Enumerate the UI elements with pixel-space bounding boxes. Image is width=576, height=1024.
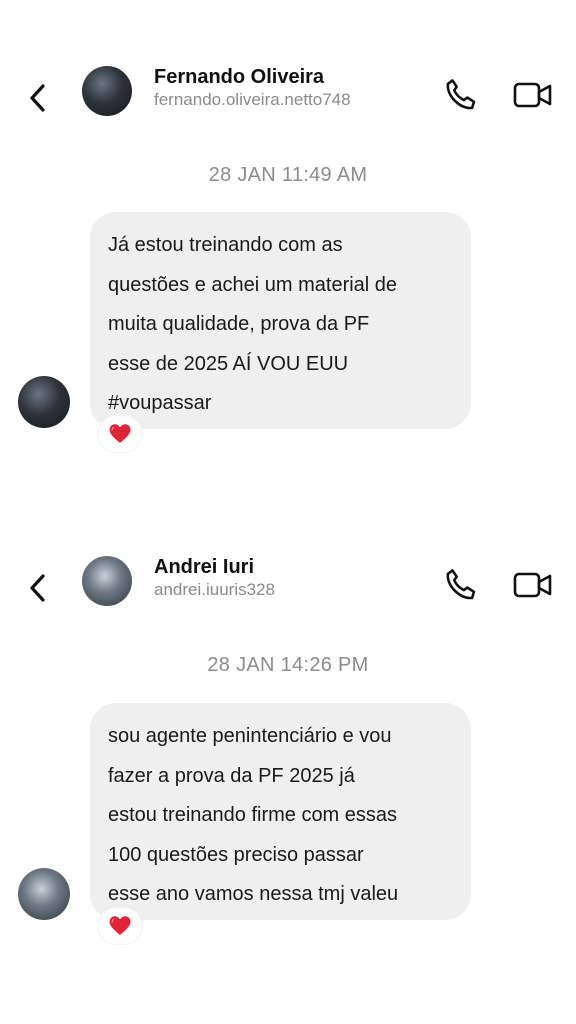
sender-avatar[interactable]: [18, 376, 70, 428]
avatar[interactable]: [82, 66, 132, 116]
message-line: esse ano vamos nessa tmj valeu: [108, 883, 399, 905]
message-line: esse de 2025 AÍ VOU EUU: [108, 352, 349, 375]
message-bubble[interactable]: Já estou treinando com as questões e ach…: [90, 212, 471, 429]
heart-icon: [109, 916, 131, 935]
chat-header: Andrei Iuri andrei.iuuris328: [0, 556, 576, 626]
message-timestamp: 28 JAN 14:26 PM: [207, 654, 369, 676]
contact-name[interactable]: Fernando Oliveira: [154, 66, 324, 89]
message-line: #voupassar: [108, 392, 212, 414]
chat-header: Fernando Oliveira fernando.oliveira.nett…: [0, 66, 576, 136]
contact-name[interactable]: Andrei Iuri: [154, 556, 254, 579]
video-camera-icon[interactable]: [512, 78, 554, 112]
contact-handle: andrei.iuuris328: [154, 580, 275, 599]
message-line: Já estou treinando com as: [108, 234, 343, 256]
message-line: estou treinando firme com essas: [108, 804, 398, 826]
avatar[interactable]: [82, 556, 132, 606]
message-line: questões e achei um material de: [108, 273, 398, 296]
chevron-left-icon[interactable]: [24, 78, 52, 118]
conversation-fernando: Fernando Oliveira fernando.oliveira.nett…: [0, 66, 576, 452]
message-line: fazer a prova da PF 2025 já: [108, 764, 355, 787]
message-bubble[interactable]: sou agente penintenciário e vou fazer a …: [90, 703, 471, 920]
contact-handle: fernando.oliveira.netto748: [154, 90, 351, 109]
heart-icon: [109, 424, 131, 443]
phone-icon[interactable]: [442, 566, 480, 604]
chevron-left-icon[interactable]: [24, 568, 52, 608]
conversation-andrei: Andrei Iuri andrei.iuuris328 28 JAN 14:2…: [0, 556, 576, 946]
phone-icon[interactable]: [442, 76, 480, 114]
message-line: sou agente penintenciário e vou: [108, 725, 392, 747]
message-line: muita qualidade, prova da PF: [108, 313, 370, 335]
video-camera-icon[interactable]: [512, 568, 554, 602]
reaction-badge[interactable]: [98, 416, 142, 452]
reaction-badge[interactable]: [98, 908, 142, 944]
message-line: 100 questões preciso passar: [108, 843, 364, 866]
message-timestamp: 28 JAN 11:49 AM: [208, 164, 368, 186]
sender-avatar[interactable]: [18, 868, 70, 920]
